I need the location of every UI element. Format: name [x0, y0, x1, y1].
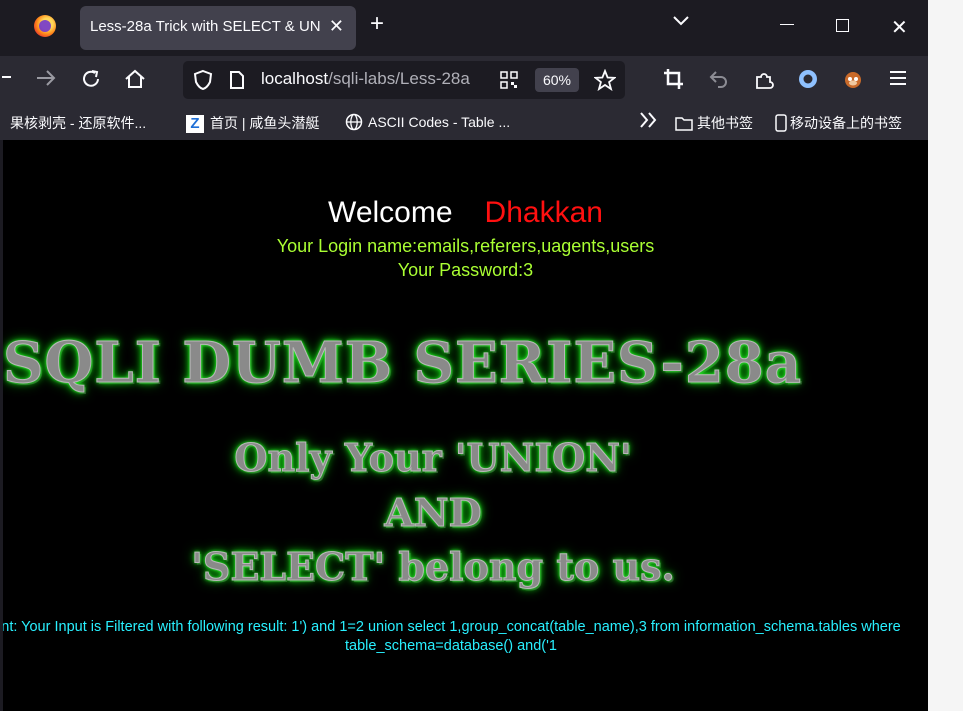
url-text[interactable]: localhost/sqli-labs/Less-28a: [261, 69, 493, 89]
page-content: Welcome Dhakkan Your Login name:emails,re…: [3, 140, 928, 711]
close-icon[interactable]: ✕: [329, 16, 344, 37]
desktop-background: [928, 0, 963, 711]
firefox-icon[interactable]: [34, 15, 56, 37]
shield-icon[interactable]: [193, 69, 213, 96]
password-text: Your Password:3: [397, 260, 534, 280]
close-icon[interactable]: ✕: [891, 15, 908, 40]
zoom-level[interactable]: 60%: [535, 68, 579, 92]
url-path: /sqli-labs/Less-28a: [328, 69, 470, 88]
slogan-line-1: Only Your 'UNION': [234, 435, 632, 481]
bookmark-label: 其他书签: [697, 115, 753, 131]
bookmark-label: 移动设备上的书签: [790, 115, 902, 131]
maximize-icon[interactable]: [836, 19, 849, 32]
star-icon[interactable]: [593, 68, 617, 96]
extensions-icon[interactable]: [753, 68, 775, 95]
forward-icon[interactable]: [35, 68, 57, 93]
mobile-bookmarks[interactable]: 移动设备上的书签: [775, 113, 902, 135]
bookmark-label: ASCII Codes - Table ...: [368, 114, 511, 131]
home-icon[interactable]: [124, 68, 146, 95]
bookmark-label: 首页 | 咸鱼头潜艇: [210, 115, 320, 131]
site-icon: Z: [186, 115, 204, 134]
login-name-text: Your Login name:emails,referers,uagents,…: [276, 236, 655, 256]
bookmark-item[interactable]: 果核剥壳 - 还原软件...: [10, 113, 146, 133]
mobile-icon: [775, 114, 787, 135]
username-text: Dhakkan: [484, 196, 603, 229]
hint-line-1: nt: Your Input is Filtered with followin…: [3, 619, 901, 635]
folder-icon: [675, 115, 693, 134]
back-icon[interactable]: [2, 67, 12, 92]
filter-hint: nt: Your Input is Filtered with followin…: [3, 618, 928, 656]
bookmarks-toolbar: 果核剥壳 - 还原软件... Z 首页 | 咸鱼头潜艇 ASCII Codes -…: [0, 104, 928, 140]
chevron-down-icon[interactable]: [672, 14, 690, 32]
other-bookmarks[interactable]: 其他书签: [675, 113, 753, 134]
account-icon[interactable]: [797, 68, 819, 95]
monkey-icon[interactable]: [842, 68, 864, 95]
qr-icon[interactable]: [500, 71, 518, 94]
welcome-line: Welcome Dhakkan: [3, 196, 928, 230]
undo-icon[interactable]: [708, 68, 730, 95]
reload-icon[interactable]: [80, 68, 102, 95]
bookmark-item[interactable]: ASCII Codes - Table ...: [345, 113, 510, 134]
browser-window: Less-28a Trick with SELECT & UNION ✕ + ✕: [0, 0, 928, 711]
bookmark-item[interactable]: Z 首页 | 咸鱼头潜艇: [186, 113, 320, 134]
navigation-toolbar: localhost/sqli-labs/Less-28a 60%: [0, 56, 928, 104]
hint-line-2: table_schema=database() and('1: [345, 638, 557, 654]
globe-icon: [345, 113, 363, 134]
page-icon[interactable]: [228, 70, 246, 95]
menu-icon[interactable]: [888, 68, 908, 93]
tab-active[interactable]: Less-28a Trick with SELECT & UNION ✕: [80, 6, 356, 50]
address-bar[interactable]: localhost/sqli-labs/Less-28a 60%: [183, 61, 625, 99]
slogan-line-3: 'SELECT' belong to us.: [191, 544, 675, 590]
slogan-line-2: AND: [384, 490, 482, 536]
tab-strip: Less-28a Trick with SELECT & UNION ✕ + ✕: [0, 0, 928, 56]
plus-icon[interactable]: +: [370, 12, 384, 36]
series-title: SQLI DUMB SERIES-28a: [3, 330, 802, 397]
minimize-icon[interactable]: [780, 24, 794, 25]
crop-icon[interactable]: [663, 68, 685, 95]
more-icon[interactable]: [638, 110, 658, 133]
tab-title: Less-28a Trick with SELECT & UNION: [90, 18, 320, 35]
url-host: localhost: [261, 69, 329, 88]
welcome-text: Welcome: [328, 196, 453, 229]
